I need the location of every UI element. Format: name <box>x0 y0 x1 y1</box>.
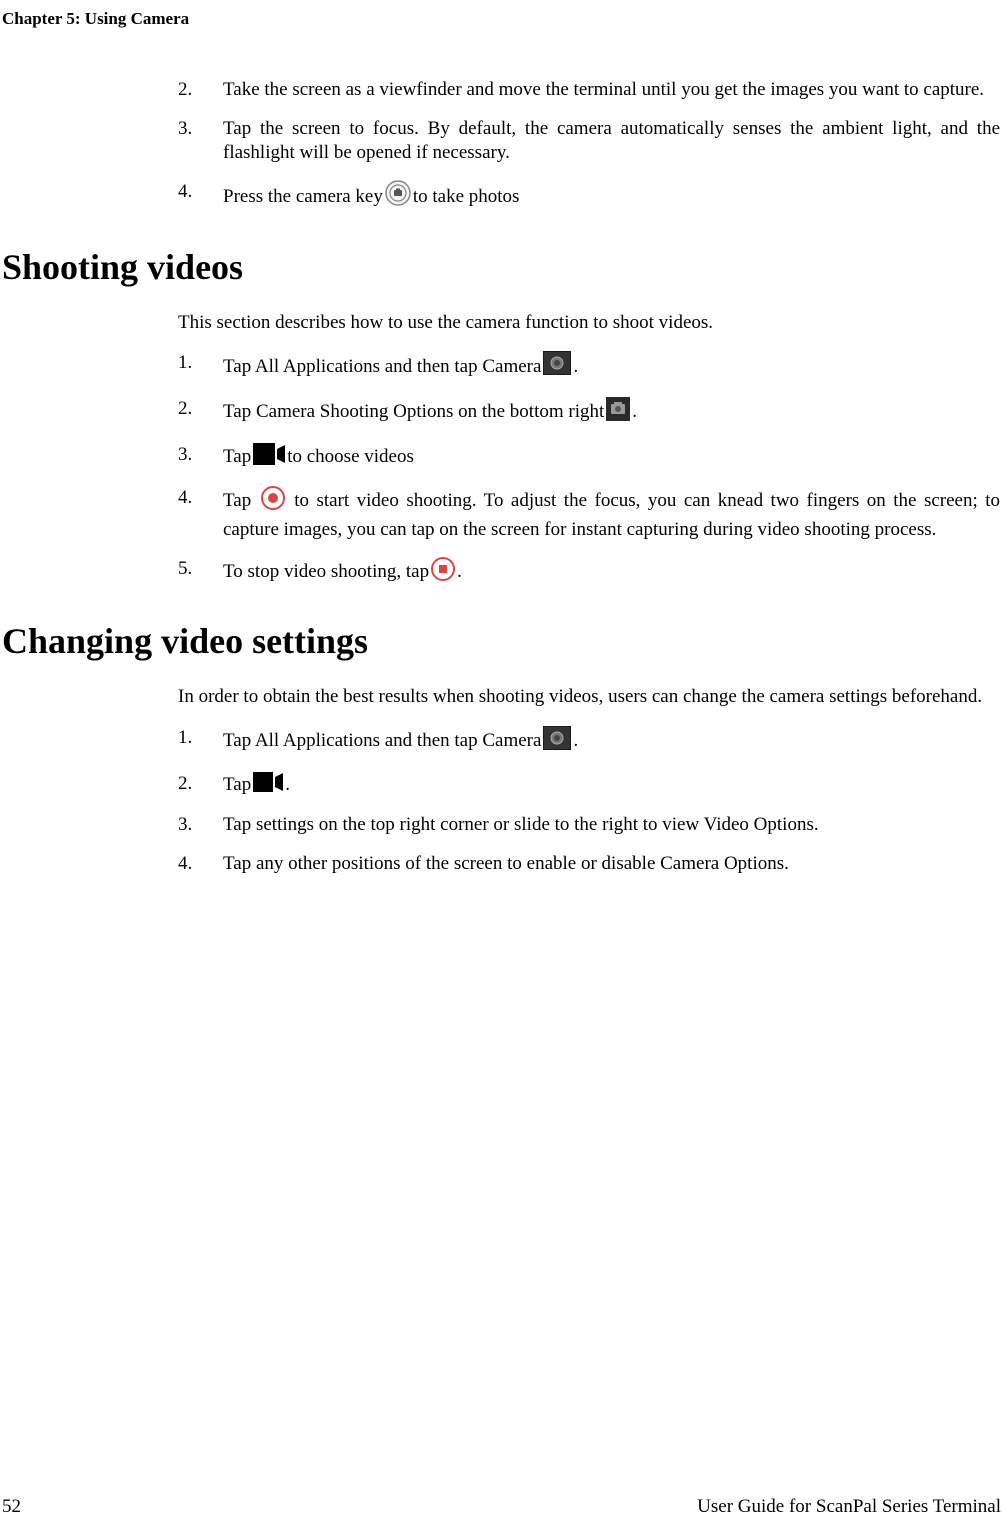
item-text: Tap . <box>223 772 1000 800</box>
section-heading: Changing video settings <box>2 618 1000 665</box>
item-text: Press the camera key to take photos <box>223 180 1000 214</box>
text-post: . <box>285 773 290 798</box>
section-intro: In order to obtain the best results when… <box>178 685 1000 710</box>
text-pre: Tap Camera Shooting Options on the botto… <box>223 400 604 425</box>
item-number: 4. <box>178 852 223 877</box>
page-footer: 52 User Guide for ScanPal Series Termina… <box>0 1495 1003 1520</box>
section-intro: This section describes how to use the ca… <box>178 311 1000 336</box>
text-mid: to start video shooting. To adjust the f… <box>223 491 1000 540</box>
list-item: 4. Press the camera key to take photos <box>178 180 1000 214</box>
list-item: 4. Tap to start video shooting. To adjus… <box>178 486 1000 542</box>
item-number: 3. <box>178 443 223 473</box>
camera-options-icon <box>606 397 630 429</box>
list-item: 4. Tap any other positions of the screen… <box>178 852 1000 877</box>
camera-app-icon <box>543 726 571 758</box>
text-post: . <box>573 355 578 380</box>
item-text: Tap any other positions of the screen to… <box>223 852 1000 877</box>
item-number: 3. <box>178 117 223 166</box>
item-text: Tap All Applications and then tap Camera… <box>223 726 1000 758</box>
section-heading: Shooting videos <box>2 244 1000 291</box>
item-text: Tap All Applications and then tap Camera… <box>223 351 1000 383</box>
item-number: 4. <box>178 486 223 542</box>
page-number: 52 <box>2 1495 21 1520</box>
item-number: 1. <box>178 726 223 758</box>
text-pre: Tap All Applications and then tap Camera <box>223 729 541 754</box>
item-text: Tap to choose videos <box>223 443 1000 473</box>
camera-shutter-icon <box>385 180 411 214</box>
footer-guide-title: User Guide for ScanPal Series Terminal <box>697 1495 1001 1520</box>
list-item: 3. Tap settings on the top right corner … <box>178 813 1000 838</box>
text-pre: Press the camera key <box>223 185 383 210</box>
text-pre: To stop video shooting, tap <box>223 560 429 585</box>
text-pre: Tap <box>223 445 251 470</box>
list-item: 5. To stop video shooting, tap . <box>178 557 1000 589</box>
list-item: 1. Tap All Applications and then tap Cam… <box>178 351 1000 383</box>
item-number: 1. <box>178 351 223 383</box>
list-item: 2. Take the screen as a viewfinder and m… <box>178 78 1000 103</box>
main-content: 2. Take the screen as a viewfinder and m… <box>178 78 1000 891</box>
item-number: 4. <box>178 180 223 214</box>
text-post: . <box>457 560 462 585</box>
item-text: Tap Camera Shooting Options on the botto… <box>223 397 1000 429</box>
text-post: to choose videos <box>287 445 414 470</box>
text-pre: Tap <box>223 773 251 798</box>
item-number: 3. <box>178 813 223 838</box>
record-stop-icon <box>431 557 455 589</box>
chapter-header: Chapter 5: Using Camera <box>2 8 189 30</box>
text-pre: Tap <box>223 491 259 512</box>
item-number: 5. <box>178 557 223 589</box>
item-text: To stop video shooting, tap . <box>223 557 1000 589</box>
item-text: Tap the screen to focus. By default, the… <box>223 117 1000 166</box>
text-pre: Tap All Applications and then tap Camera <box>223 355 541 380</box>
text-post: to take photos <box>413 185 520 210</box>
item-text: Tap to start video shooting. To adjust t… <box>223 486 1000 542</box>
text-post: . <box>632 400 637 425</box>
text-post: . <box>573 729 578 754</box>
camera-app-icon <box>543 351 571 383</box>
video-mode-icon <box>253 443 285 473</box>
list-item: 2. Tap Camera Shooting Options on the bo… <box>178 397 1000 429</box>
item-number: 2. <box>178 397 223 429</box>
item-text: Tap settings on the top right corner or … <box>223 813 1000 838</box>
item-text: Take the screen as a viewfinder and move… <box>223 78 1000 103</box>
list-item: 1. Tap All Applications and then tap Cam… <box>178 726 1000 758</box>
record-start-icon <box>261 486 285 518</box>
list-item: 2. Tap . <box>178 772 1000 800</box>
video-mode-icon <box>253 772 283 800</box>
item-number: 2. <box>178 772 223 800</box>
list-item: 3. Tap the screen to focus. By default, … <box>178 117 1000 166</box>
list-item: 3. Tap to choose videos <box>178 443 1000 473</box>
item-number: 2. <box>178 78 223 103</box>
